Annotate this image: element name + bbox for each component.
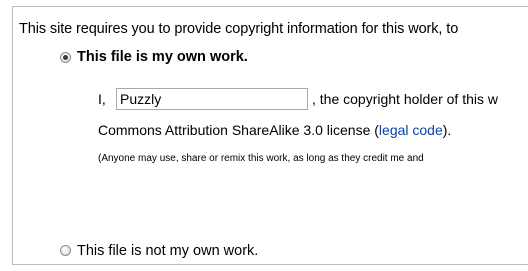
legal-code-link[interactable]: legal code xyxy=(379,122,443,138)
license-line: Commons Attribution ShareAlike 3.0 licen… xyxy=(98,122,451,138)
own-work-label[interactable]: This file is my own work. xyxy=(77,49,248,65)
license-text: Commons Attribution ShareAlike 3.0 licen… xyxy=(98,122,379,138)
author-name-input[interactable] xyxy=(116,88,308,110)
not-own-work-radio[interactable] xyxy=(60,245,71,256)
license-close-text: ). xyxy=(442,122,452,138)
copyright-holder-text: , the copyright holder of this w xyxy=(312,91,498,107)
own-work-radio[interactable] xyxy=(60,52,71,63)
not-own-work-label[interactable]: This file is not my own work. xyxy=(77,243,258,259)
author-prefix: I, xyxy=(98,91,106,107)
license-fine-print: (Anyone may use, share or remix this wor… xyxy=(98,153,424,164)
copyright-intro-text: This site requires you to provide copyri… xyxy=(19,21,459,37)
